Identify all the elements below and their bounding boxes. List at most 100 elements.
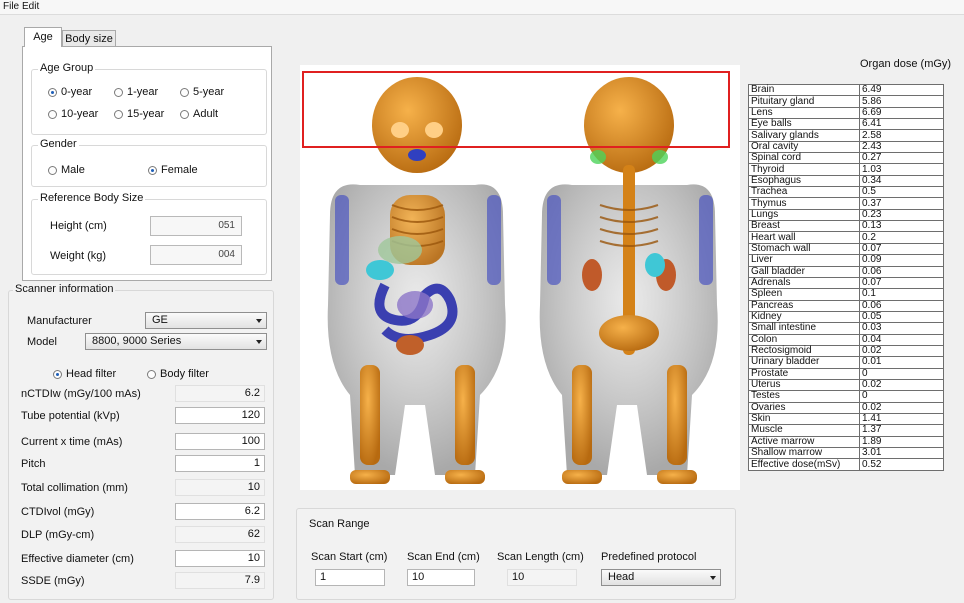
organ-name: Lens <box>748 106 860 120</box>
organ-dose-value: 6.69 <box>859 106 944 120</box>
organ-name: Spinal cord <box>748 152 860 165</box>
table-row: Salivary glands 2.58 <box>748 129 944 142</box>
table-row: Ovaries 0.02 <box>748 401 944 414</box>
organ-dose-value: 0.34 <box>859 174 944 188</box>
scanner-field-value[interactable]: 120 <box>175 407 265 424</box>
organ-dose-value: 0.09 <box>859 254 944 267</box>
organ-dose-value: 0.06 <box>859 265 944 278</box>
table-row: Kidney 0.05 <box>748 310 944 324</box>
organ-dose-value: 0.06 <box>859 299 944 312</box>
table-row: Liver 0.09 <box>748 254 944 267</box>
radio-dot-icon <box>53 369 62 379</box>
scanner-field-label: Current x time (mAs) <box>21 436 123 448</box>
table-row: Gall bladder 0.06 <box>748 265 944 278</box>
organ-dose-value: 0.07 <box>859 242 944 256</box>
organ-dose-value: 6.49 <box>859 83 944 97</box>
weight-value: 004 <box>150 245 242 265</box>
organ-dose-value: 1.89 <box>859 435 944 449</box>
organ-name: Testes <box>748 390 860 403</box>
scanner-field-value[interactable]: 10 <box>175 550 265 567</box>
menu-edit[interactable]: Edit <box>22 1 39 12</box>
table-row: Brain 6.49 <box>748 83 944 97</box>
scan-end-input[interactable]: 10 <box>407 569 475 586</box>
dropdown-arrow-icon <box>256 319 262 323</box>
radio-age-10[interactable]: 10-year <box>48 108 98 120</box>
model-select[interactable]: 8800, 9000 Series <box>85 333 267 350</box>
table-row: Lens 6.69 <box>748 106 944 120</box>
radio-gender-male[interactable]: Male <box>48 164 85 176</box>
organ-name: Heart wall <box>748 231 860 244</box>
front-phantom <box>327 77 506 484</box>
radio-head-filter[interactable]: Head filter <box>53 368 116 380</box>
radio-age-15[interactable]: 15-year <box>114 108 164 120</box>
radio-label: 0-year <box>61 86 93 98</box>
organ-dose-value: 3.01 <box>859 446 944 460</box>
organ-name: Breast <box>748 220 860 233</box>
organ-dose-value: 0.01 <box>859 356 944 369</box>
scanner-field-label: Effective diameter (cm) <box>21 553 134 565</box>
table-row: Adrenals 0.07 <box>748 276 944 290</box>
scanner-field-value: 7.9 <box>175 572 265 589</box>
organ-name: Brain <box>748 83 860 97</box>
scanner-field-value[interactable]: 6.2 <box>175 503 265 520</box>
radio-dot-icon <box>114 109 123 119</box>
organ-dose-value: 0.52 <box>859 458 944 471</box>
organ-dose-value: 5.86 <box>859 95 944 108</box>
manufacturer-select[interactable]: GE <box>145 312 267 329</box>
organ-name: Oral cavity <box>748 140 860 154</box>
organ-name: Prostate <box>748 367 860 380</box>
gender-box: Gender Male Female <box>31 138 267 187</box>
radio-age-5[interactable]: 5-year <box>180 86 224 98</box>
scanner-field-label: SSDE (mGy) <box>21 575 85 587</box>
reference-body-box: Reference Body Size Height (cm) 051 Weig… <box>31 192 267 275</box>
organ-dose-title: Organ dose (mGy) <box>860 58 952 70</box>
table-row: Stomach wall 0.07 <box>748 242 944 256</box>
organ-name: Ovaries <box>748 401 860 414</box>
dropdown-arrow-icon <box>256 340 262 344</box>
table-row: Breast 0.13 <box>748 220 944 233</box>
organ-name: Colon <box>748 333 860 346</box>
scanner-field-value[interactable]: 100 <box>175 433 265 450</box>
organ-dose-value: 6.41 <box>859 118 944 131</box>
table-row: Spinal cord 0.27 <box>748 152 944 165</box>
protocol-select[interactable]: Head <box>601 569 721 586</box>
weight-label: Weight (kg) <box>50 250 107 262</box>
radio-age-adult[interactable]: Adult <box>180 108 218 120</box>
protocol-value: Head <box>608 571 635 583</box>
scanner-field-label: nCTDIw (mGy/100 mAs) <box>21 388 141 400</box>
table-row: Heart wall 0.2 <box>748 231 944 244</box>
menu-file[interactable]: File <box>3 1 19 12</box>
organ-name: Thymus <box>748 197 860 210</box>
radio-label: Head filter <box>66 368 117 380</box>
tab-body-size[interactable]: Body size <box>62 30 116 46</box>
scan-start-input[interactable]: 1 <box>315 569 385 586</box>
table-row: Lungs 0.23 <box>748 208 944 222</box>
organ-dose-value: 1.37 <box>859 424 944 437</box>
organ-name: Salivary glands <box>748 129 860 142</box>
organ-name: Rectosigmoid <box>748 344 860 358</box>
organ-dose-value: 1.03 <box>859 163 944 176</box>
organ-dose-value: 0.02 <box>859 344 944 358</box>
scanner-panel: Scanner information Manufacturer GE Mode… <box>8 283 274 600</box>
radio-dot-icon <box>148 165 157 175</box>
organ-dose-value: 0.05 <box>859 310 944 324</box>
tab-age[interactable]: Age <box>24 27 62 47</box>
organ-dose-value: 0 <box>859 390 944 403</box>
organ-dose-value: 0.13 <box>859 220 944 233</box>
dropdown-arrow-icon <box>710 576 716 580</box>
scan-length-value: 10 <box>507 569 577 586</box>
radio-body-filter[interactable]: Body filter <box>147 368 209 380</box>
radio-gender-female[interactable]: Female <box>148 164 198 176</box>
scanner-field-value[interactable]: 1 <box>175 455 265 472</box>
organ-name: Trachea <box>748 186 860 199</box>
radio-dot-icon <box>48 87 57 97</box>
organ-name: Adrenals <box>748 276 860 290</box>
table-row: Skin 1.41 <box>748 412 944 426</box>
table-row: Colon 0.04 <box>748 333 944 346</box>
radio-age-0[interactable]: 0-year <box>48 86 92 98</box>
organ-dose-value: 2.58 <box>859 129 944 142</box>
radio-age-1[interactable]: 1-year <box>114 86 158 98</box>
organ-name: Thyroid <box>748 163 860 176</box>
organ-dose-table: Brain 6.49 Pituitary gland 5.86 Lens 6.69 Eye … <box>748 83 944 471</box>
table-row: Shallow marrow 3.01 <box>748 446 944 460</box>
